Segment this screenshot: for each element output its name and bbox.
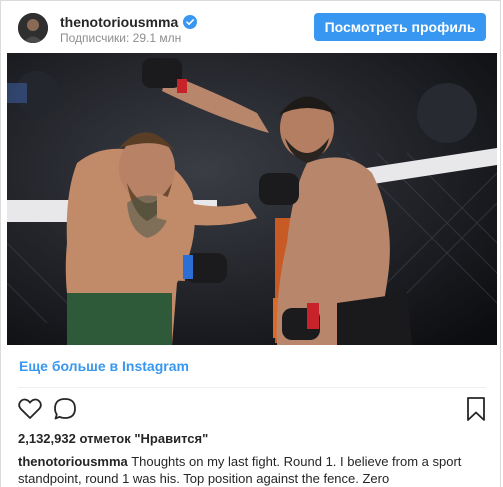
post-actions <box>1 395 500 423</box>
post-image[interactable] <box>7 53 497 345</box>
verified-badge-icon <box>183 15 198 29</box>
divider <box>18 387 486 388</box>
bookmark-icon[interactable] <box>465 396 487 422</box>
comment-icon[interactable] <box>52 396 78 422</box>
followers-count: Подписчики: 29.1 млн <box>60 31 182 45</box>
caption-username[interactable]: thenotoriousmma <box>18 454 128 469</box>
view-profile-button[interactable]: Посмотреть профиль <box>314 13 486 41</box>
likes-count[interactable]: 2,132,932 отметок "Нравится" <box>18 431 208 446</box>
instagram-embed: thenotoriousmma Подписчики: 29.1 млн Пос… <box>0 0 501 487</box>
post-caption: thenotoriousmma Thoughts on my last figh… <box>18 453 488 487</box>
username-row: thenotoriousmma <box>60 13 198 31</box>
more-on-instagram-link[interactable]: Еще больше в Instagram <box>19 358 189 374</box>
avatar[interactable] <box>18 13 48 43</box>
heart-icon[interactable] <box>17 396 43 422</box>
username[interactable]: thenotoriousmma <box>60 14 178 30</box>
post-header: thenotoriousmma Подписчики: 29.1 млн Пос… <box>1 1 500 53</box>
